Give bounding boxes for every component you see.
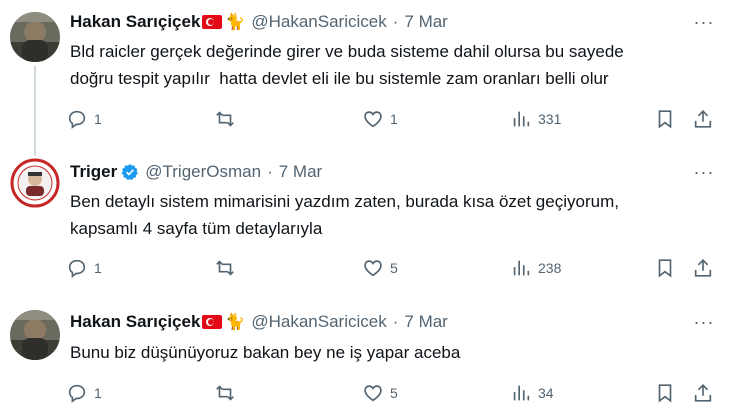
bar-chart-icon bbox=[513, 111, 530, 127]
tweet-text: Ben detaylı sistem mimarisini yazdım zat… bbox=[70, 188, 720, 242]
retweet-button[interactable] bbox=[214, 380, 242, 406]
turkey-flag-icon bbox=[202, 15, 223, 29]
display-name[interactable]: Hakan Sarıçiçek bbox=[70, 312, 200, 332]
retweet-icon bbox=[216, 385, 234, 401]
reply-button[interactable]: 1 bbox=[66, 255, 102, 281]
retweet-icon bbox=[216, 260, 234, 276]
bookmark-icon bbox=[658, 384, 672, 403]
share-icon bbox=[694, 259, 712, 277]
share-button[interactable] bbox=[692, 255, 714, 281]
timestamp[interactable]: 7 Mar bbox=[404, 12, 447, 32]
tweet-text-line: Ben detaylı sistem mimarisini yazdım zat… bbox=[70, 192, 619, 211]
bar-chart-icon bbox=[513, 385, 530, 401]
reply-icon bbox=[68, 259, 86, 278]
reply-icon bbox=[68, 110, 86, 129]
like-count: 1 bbox=[390, 111, 398, 127]
avatar[interactable] bbox=[10, 310, 60, 360]
views-button[interactable]: 331 bbox=[510, 106, 561, 132]
retweet-button[interactable] bbox=[214, 106, 242, 132]
reply-button[interactable]: 1 bbox=[66, 106, 102, 132]
avatar[interactable] bbox=[10, 158, 60, 208]
separator: · bbox=[267, 162, 273, 181]
display-name[interactable]: Hakan Sarıçiçek bbox=[70, 12, 200, 32]
share-icon bbox=[694, 384, 712, 402]
heart-icon bbox=[364, 385, 382, 402]
more-options-icon[interactable]: ··· bbox=[692, 310, 716, 334]
timestamp[interactable]: 7 Mar bbox=[404, 312, 447, 332]
retweet-button[interactable] bbox=[214, 255, 242, 281]
bookmark-icon bbox=[658, 259, 672, 278]
tweet-text: Bld raicler gerçek değerinde girer ve bu… bbox=[70, 38, 720, 92]
username[interactable]: @HakanSaricicek bbox=[251, 312, 386, 332]
like-count: 5 bbox=[390, 385, 398, 401]
bookmark-button[interactable] bbox=[654, 106, 676, 132]
display-name[interactable]: Triger bbox=[70, 162, 117, 182]
heart-icon bbox=[364, 111, 382, 128]
tweet-actions: 1 1 331 bbox=[66, 106, 722, 132]
reply-icon bbox=[68, 384, 86, 403]
like-button[interactable]: 5 bbox=[362, 380, 398, 406]
bookmark-button[interactable] bbox=[654, 380, 676, 406]
tweet-text-line: Bld raicler gerçek değerinde girer ve bu… bbox=[70, 42, 624, 61]
more-options-icon[interactable]: ··· bbox=[692, 10, 716, 34]
tweet-text: Bunu biz düşünüyoruz bakan bey ne iş yap… bbox=[70, 339, 720, 366]
tweet-actions: 1 5 238 bbox=[66, 255, 722, 281]
timestamp[interactable]: 7 Mar bbox=[279, 162, 322, 182]
username[interactable]: @HakanSaricicek bbox=[251, 12, 386, 32]
reply-button[interactable]: 1 bbox=[66, 380, 102, 406]
tweet-header: Triger @TrigerOsman · 7 Mar bbox=[70, 160, 322, 184]
like-button[interactable]: 5 bbox=[362, 255, 398, 281]
tweet-text-line: Bunu biz düşünüyoruz bakan bey ne iş yap… bbox=[70, 343, 461, 362]
share-icon bbox=[694, 110, 712, 128]
reply-count: 1 bbox=[94, 260, 102, 276]
cat-emoji: 🐈 bbox=[225, 14, 246, 31]
share-button[interactable] bbox=[692, 380, 714, 406]
heart-icon bbox=[364, 260, 382, 277]
tweet-text-line: kapsamlı 4 sayfa tüm detaylarıyla bbox=[70, 219, 323, 238]
tweet-text-line: doğru tespit yapılır hatta devlet eli il… bbox=[70, 69, 609, 88]
tweet-actions: 1 5 34 bbox=[66, 380, 722, 406]
more-options-icon[interactable]: ··· bbox=[692, 160, 716, 184]
thread-line bbox=[34, 66, 36, 156]
retweet-icon bbox=[216, 111, 234, 127]
like-count: 5 bbox=[390, 260, 398, 276]
bookmark-icon bbox=[658, 110, 672, 129]
views-count: 238 bbox=[538, 260, 562, 276]
avatar[interactable] bbox=[10, 12, 60, 62]
separator: · bbox=[392, 12, 399, 31]
bar-chart-icon bbox=[513, 260, 530, 276]
turkey-flag-icon bbox=[202, 315, 223, 329]
share-button[interactable] bbox=[692, 106, 714, 132]
views-button[interactable]: 34 bbox=[510, 380, 554, 406]
views-count: 34 bbox=[538, 385, 554, 401]
username[interactable]: @TrigerOsman bbox=[145, 162, 261, 182]
reply-count: 1 bbox=[94, 111, 102, 127]
views-count: 331 bbox=[538, 111, 562, 127]
verified-badge-icon bbox=[121, 164, 139, 180]
bookmark-button[interactable] bbox=[654, 255, 676, 281]
reply-count: 1 bbox=[94, 385, 102, 401]
cat-emoji: 🐈 bbox=[225, 314, 246, 331]
views-button[interactable]: 238 bbox=[510, 255, 561, 281]
tweet-header: Hakan Sarıçiçek 🐈 @HakanSaricicek · 7 Ma… bbox=[70, 10, 448, 34]
separator: · bbox=[392, 312, 399, 331]
tweet-header: Hakan Sarıçiçek 🐈 @HakanSaricicek · 7 Ma… bbox=[70, 310, 448, 334]
like-button[interactable]: 1 bbox=[362, 106, 398, 132]
